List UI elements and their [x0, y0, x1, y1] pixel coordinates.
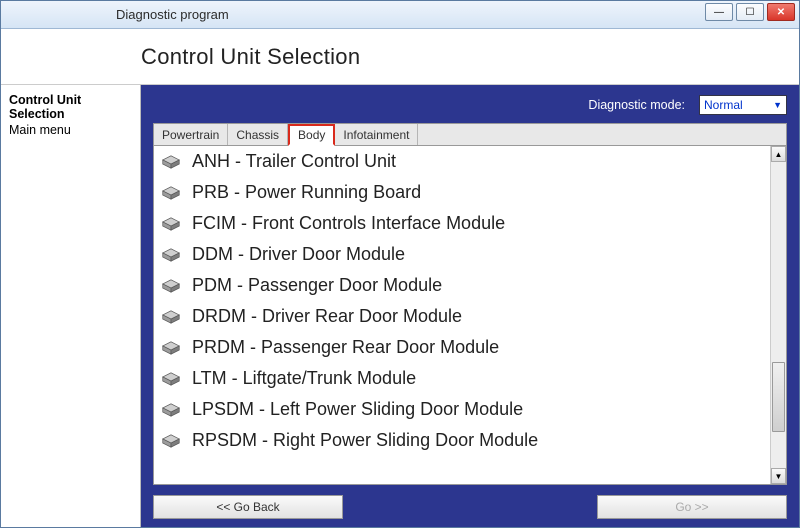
module-label: FCIM - Front Controls Interface Module [192, 213, 505, 234]
chip-icon [160, 154, 182, 170]
diag-mode-value: Normal [704, 98, 743, 112]
module-row[interactable]: RPSDM - Right Power Sliding Door Module [154, 425, 770, 456]
module-row[interactable]: LTM - Liftgate/Trunk Module [154, 363, 770, 394]
module-label: LTM - Liftgate/Trunk Module [192, 368, 416, 389]
chip-icon [160, 216, 182, 232]
body-area: Control Unit Selection Main menu Diagnos… [1, 85, 799, 527]
tab-strip: Powertrain Chassis Body Infotainment [153, 123, 787, 145]
module-label: PRDM - Passenger Rear Door Module [192, 337, 499, 358]
chevron-down-icon: ▼ [773, 100, 782, 110]
module-list: ANH - Trailer Control Unit PRB - Power Ru… [154, 146, 770, 484]
tab-chassis[interactable]: Chassis [228, 124, 288, 145]
scroll-down-button[interactable]: ▼ [771, 468, 786, 484]
page-title: Control Unit Selection [141, 44, 360, 70]
diag-mode-select[interactable]: Normal ▼ [699, 95, 787, 115]
tab-powertrain[interactable]: Powertrain [154, 124, 228, 145]
module-row[interactable]: PDM - Passenger Door Module [154, 270, 770, 301]
diag-mode-row: Diagnostic mode: Normal ▼ [153, 95, 787, 115]
chip-icon [160, 247, 182, 263]
module-label: RPSDM - Right Power Sliding Door Module [192, 430, 538, 451]
module-row[interactable]: DRDM - Driver Rear Door Module [154, 301, 770, 332]
module-label: DRDM - Driver Rear Door Module [192, 306, 462, 327]
module-row[interactable]: PRB - Power Running Board [154, 177, 770, 208]
module-label: PDM - Passenger Door Module [192, 275, 442, 296]
module-row[interactable]: ANH - Trailer Control Unit [154, 146, 770, 177]
chip-icon [160, 185, 182, 201]
window-controls: — ☐ ✕ [705, 3, 795, 21]
module-label: PRB - Power Running Board [192, 182, 421, 203]
module-row[interactable]: FCIM - Front Controls Interface Module [154, 208, 770, 239]
module-row[interactable]: DDM - Driver Door Module [154, 239, 770, 270]
titlebar[interactable]: Diagnostic program — ☐ ✕ [1, 1, 799, 29]
chip-icon [160, 340, 182, 356]
tab-body[interactable]: Body [288, 124, 335, 146]
go-button: Go >> [597, 495, 787, 519]
diag-mode-label: Diagnostic mode: [588, 98, 685, 112]
sidebar-item-mainmenu[interactable]: Main menu [9, 123, 132, 137]
app-window: Diagnostic program — ☐ ✕ Control Unit Se… [0, 0, 800, 528]
tab-infotainment[interactable]: Infotainment [335, 124, 418, 145]
chip-icon [160, 309, 182, 325]
main-pane: Diagnostic mode: Normal ▼ Powertrain Cha… [141, 85, 799, 527]
chip-icon [160, 278, 182, 294]
scroll-track[interactable] [771, 162, 786, 468]
module-row[interactable]: PRDM - Passenger Rear Door Module [154, 332, 770, 363]
module-label: DDM - Driver Door Module [192, 244, 405, 265]
window-title: Diagnostic program [116, 7, 229, 22]
module-label: ANH - Trailer Control Unit [192, 151, 396, 172]
footer-row: << Go Back Go >> [153, 495, 787, 519]
chip-icon [160, 371, 182, 387]
tab-filler [418, 124, 786, 145]
module-label: LPSDM - Left Power Sliding Door Module [192, 399, 523, 420]
header: Control Unit Selection [1, 29, 799, 85]
scrollbar[interactable]: ▲ ▼ [770, 146, 786, 484]
minimize-button[interactable]: — [705, 3, 733, 21]
module-list-frame: ANH - Trailer Control Unit PRB - Power Ru… [153, 145, 787, 485]
go-back-button[interactable]: << Go Back [153, 495, 343, 519]
chip-icon [160, 402, 182, 418]
scroll-up-button[interactable]: ▲ [771, 146, 786, 162]
chip-icon [160, 433, 182, 449]
sidebar-item-selection[interactable]: Control Unit Selection [9, 93, 132, 121]
sidebar: Control Unit Selection Main menu [1, 85, 141, 527]
maximize-button[interactable]: ☐ [736, 3, 764, 21]
scroll-thumb[interactable] [772, 362, 785, 432]
module-row[interactable]: LPSDM - Left Power Sliding Door Module [154, 394, 770, 425]
close-button[interactable]: ✕ [767, 3, 795, 21]
